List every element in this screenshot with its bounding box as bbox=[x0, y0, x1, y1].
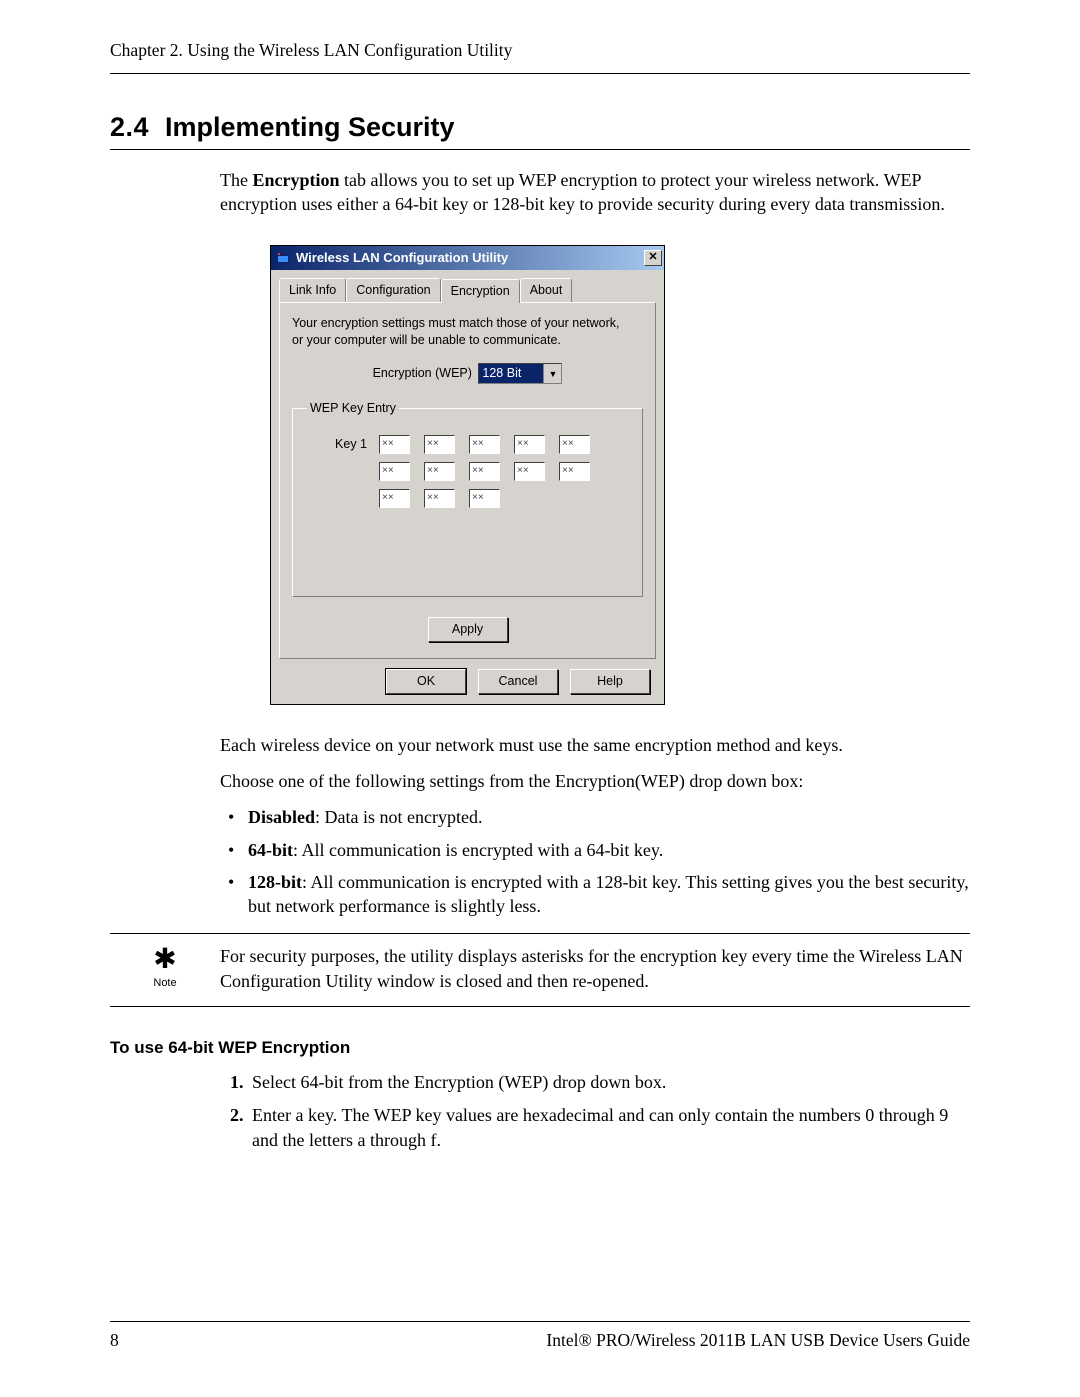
list-item: 64-bit: All communication is encrypted w… bbox=[220, 838, 970, 862]
subsection-title: To use 64-bit WEP Encryption bbox=[110, 1037, 970, 1060]
ok-button[interactable]: OK bbox=[386, 669, 466, 694]
tab-configuration[interactable]: Configuration bbox=[346, 278, 440, 303]
encryption-wep-label: Encryption (WEP) bbox=[373, 366, 472, 380]
titlebar[interactable]: Wireless LAN Configuration Utility ✕ bbox=[271, 246, 664, 270]
note-icon: ✱ bbox=[110, 946, 220, 974]
tab-strip: Link Info Configuration Encryption About bbox=[279, 278, 656, 303]
note-label: Note bbox=[110, 976, 220, 991]
key-1-label: Key 1 bbox=[307, 436, 367, 453]
wep-key-entry-group: WEP Key Entry Key 1 ×× ×× ×× ×× ×× bbox=[292, 400, 643, 597]
wlan-config-dialog: Wireless LAN Configuration Utility ✕ Lin… bbox=[270, 245, 665, 705]
intro-paragraph: The Encryption tab allows you to set up … bbox=[220, 168, 970, 217]
key-cell[interactable]: ×× bbox=[514, 462, 545, 481]
key-cell[interactable]: ×× bbox=[379, 489, 410, 508]
divider bbox=[110, 73, 970, 74]
page-number: 8 bbox=[110, 1330, 119, 1351]
group-legend: WEP Key Entry bbox=[307, 400, 399, 417]
tab-encryption[interactable]: Encryption bbox=[441, 279, 520, 304]
step-item: Select 64-bit from the Encryption (WEP) … bbox=[248, 1070, 970, 1095]
key-cell[interactable]: ×× bbox=[469, 462, 500, 481]
key-cell[interactable]: ×× bbox=[424, 435, 455, 454]
key-cell[interactable]: ×× bbox=[424, 489, 455, 508]
close-button[interactable]: ✕ bbox=[644, 250, 662, 266]
section-title: Implementing Security bbox=[165, 112, 455, 143]
key-cell[interactable]: ×× bbox=[379, 435, 410, 454]
note-block: ✱ Note For security purposes, the utilit… bbox=[110, 933, 970, 1007]
section-number: 2.4 bbox=[110, 112, 165, 143]
divider bbox=[110, 149, 970, 150]
cancel-button[interactable]: Cancel bbox=[478, 669, 558, 694]
step-item: Enter a key. The WEP key values are hexa… bbox=[248, 1103, 970, 1153]
body-text: Each wireless device on your network mus… bbox=[220, 733, 970, 757]
page-footer: 8 Intel® PRO/Wireless 2011B LAN USB Devi… bbox=[110, 1321, 970, 1351]
list-item: Disabled: Data is not encrypted. bbox=[220, 805, 970, 829]
note-text: For security purposes, the utility displ… bbox=[220, 944, 970, 994]
running-header: Chapter 2. Using the Wireless LAN Config… bbox=[110, 40, 970, 61]
tab-panel-encryption: Your encryption settings must match thos… bbox=[279, 302, 656, 659]
key-cell[interactable]: ×× bbox=[424, 462, 455, 481]
wep-options-list: Disabled: Data is not encrypted. 64-bit:… bbox=[220, 805, 970, 918]
help-button[interactable]: Help bbox=[570, 669, 650, 694]
key-cell[interactable]: ×× bbox=[559, 435, 590, 454]
key-cell[interactable]: ×× bbox=[559, 462, 590, 481]
apply-button[interactable]: Apply bbox=[428, 617, 508, 642]
divider bbox=[110, 1321, 970, 1322]
dialog-title: Wireless LAN Configuration Utility bbox=[296, 249, 644, 267]
key-cell[interactable]: ×× bbox=[469, 435, 500, 454]
key-cell[interactable]: ×× bbox=[514, 435, 545, 454]
steps-list: Select 64-bit from the Encryption (WEP) … bbox=[220, 1070, 970, 1152]
encryption-info-text: Your encryption settings must match thos… bbox=[292, 315, 643, 349]
tab-link-info[interactable]: Link Info bbox=[279, 278, 346, 303]
tab-about[interactable]: About bbox=[520, 278, 573, 303]
chevron-down-icon[interactable]: ▼ bbox=[543, 364, 561, 383]
body-text: Choose one of the following settings fro… bbox=[220, 769, 970, 793]
dropdown-value: 128 Bit bbox=[479, 364, 543, 383]
guide-title: Intel® PRO/Wireless 2011B LAN USB Device… bbox=[546, 1330, 970, 1351]
app-icon bbox=[275, 250, 291, 266]
key-cell[interactable]: ×× bbox=[379, 462, 410, 481]
divider bbox=[110, 1006, 970, 1007]
encryption-wep-dropdown[interactable]: 128 Bit ▼ bbox=[478, 363, 562, 384]
section-heading: 2.4 Implementing Security bbox=[110, 112, 970, 143]
divider bbox=[110, 933, 970, 934]
list-item: 128-bit: All communication is encrypted … bbox=[220, 870, 970, 919]
key-cell[interactable]: ×× bbox=[469, 489, 500, 508]
